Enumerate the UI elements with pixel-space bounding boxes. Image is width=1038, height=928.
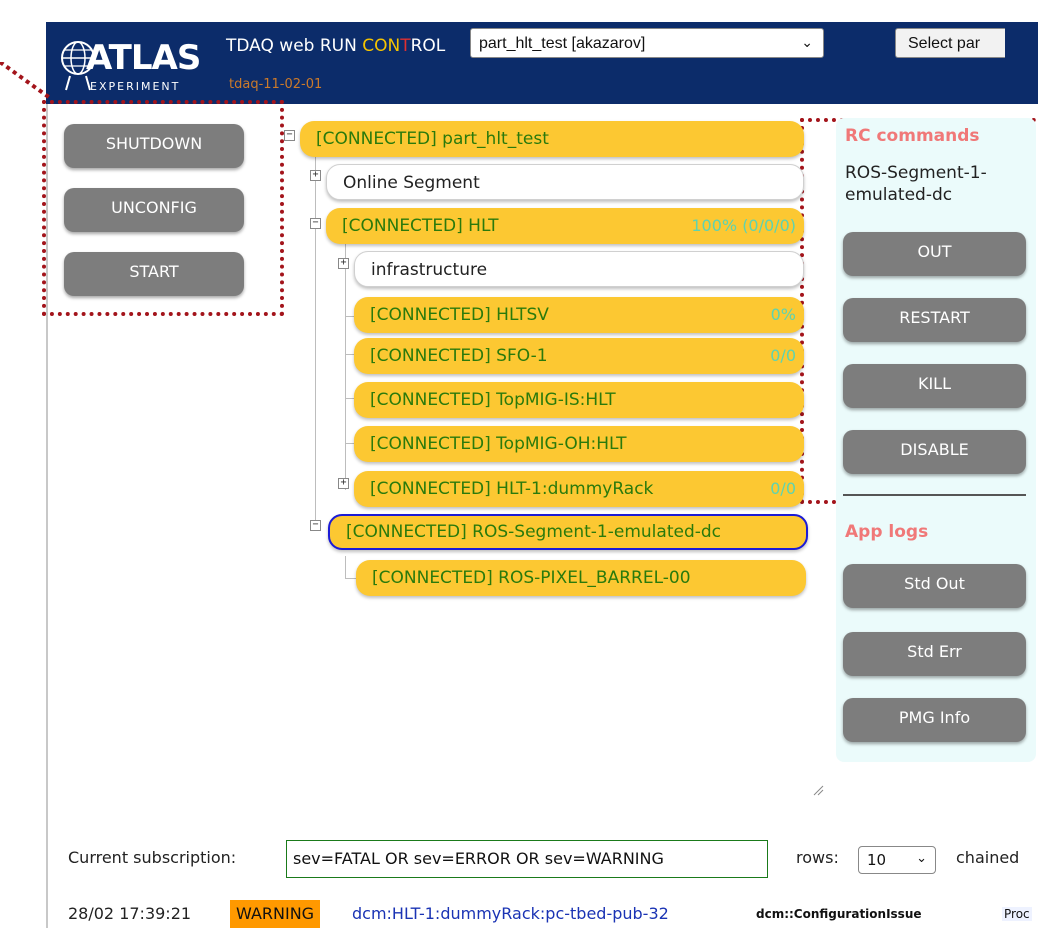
selected-application: ROS-Segment-1-emulated-dc	[845, 163, 987, 205]
rows-label: rows:	[796, 848, 839, 867]
tree-node-topmig-is[interactable]: [CONNECTED] TopMIG-IS:HLT	[354, 382, 804, 418]
tree-node-sfo[interactable]: [CONNECTED] SFO-1 0/0	[354, 338, 804, 374]
node-label: [CONNECTED] HLT-1:dummyRack	[370, 479, 654, 499]
rows-select[interactable]: 10 ⌄	[858, 846, 936, 874]
atlas-logo: ATLAS EXPERIMENT	[56, 28, 206, 94]
node-label: [CONNECTED] SFO-1	[370, 346, 548, 366]
tree-node-online-segment[interactable]: Online Segment	[326, 164, 804, 200]
chained-label: chained	[956, 848, 1020, 867]
tree-node-hlt1[interactable]: [CONNECTED] HLT-1:dummyRack 0/0	[354, 471, 804, 507]
log-row[interactable]: 28/02 17:39:21 WARNING dcm:HLT-1:dummyRa…	[68, 900, 1038, 928]
title-part-4: ROL	[410, 36, 446, 56]
app-title: TDAQ web RUN CONTROL	[226, 36, 445, 56]
panel-divider	[843, 494, 1026, 496]
node-label: [CONNECTED] ROS-Segment-1-emulated-dc	[346, 522, 722, 542]
tree-node-ros-pixel[interactable]: [CONNECTED] ROS-PIXEL_BARREL-00	[356, 560, 806, 596]
resize-grip-icon[interactable]	[812, 784, 824, 796]
tree-node-hlt[interactable]: [CONNECTED] HLT 100% (0/0/0)	[326, 208, 804, 244]
node-label: [CONNECTED] part_hlt_test	[316, 129, 549, 149]
logo-text: ATLAS	[86, 38, 201, 78]
node-label: [CONNECTED] TopMIG-OH:HLT	[370, 434, 627, 454]
title-part-3: T	[400, 36, 411, 56]
tree-connector	[315, 142, 316, 528]
node-label: [CONNECTED] TopMIG-IS:HLT	[370, 390, 616, 410]
partition-select[interactable]: part_hlt_test [akazarov] ⌄	[470, 28, 824, 58]
log-message-id: dcm::ConfigurationIssue	[756, 907, 922, 921]
node-label: [CONNECTED] ROS-PIXEL_BARREL-00	[372, 568, 691, 588]
out-button[interactable]: OUT	[843, 232, 1026, 276]
rc-commands-heading: RC commands	[845, 126, 980, 146]
tree-connector	[345, 556, 346, 578]
node-label: Online Segment	[343, 173, 480, 193]
chevron-down-icon: ⌄	[916, 851, 927, 866]
log-app-link[interactable]: dcm:HLT-1:dummyRack:pc-tbed-pub-32	[352, 904, 669, 923]
title-part-2: CON	[362, 36, 401, 56]
tree-node-topmig-oh[interactable]: [CONNECTED] TopMIG-OH:HLT	[354, 426, 804, 462]
start-button[interactable]: START	[64, 252, 244, 296]
node-label: [CONNECTED] HLTSV	[370, 305, 549, 325]
tree-node-ros-segment[interactable]: [CONNECTED] ROS-Segment-1-emulated-dc	[328, 514, 808, 550]
kill-button[interactable]: KILL	[843, 364, 1026, 408]
title-part-1: TDAQ web RUN	[226, 36, 363, 56]
unconfig-button[interactable]: UNCONFIG	[64, 188, 244, 232]
expand-icon[interactable]: +	[310, 170, 321, 181]
logo-subtext: EXPERIMENT	[90, 80, 181, 93]
partition-value: part_hlt_test [akazarov]	[479, 35, 646, 52]
node-label: [CONNECTED] HLT	[342, 216, 499, 236]
log-severity-badge: WARNING	[230, 900, 321, 928]
log-message-text: Proc	[1002, 907, 1032, 921]
rows-value: 10	[867, 851, 887, 869]
expand-icon[interactable]: +	[338, 258, 349, 269]
app-logs-heading: App logs	[845, 522, 929, 542]
std-out-button[interactable]: Std Out	[843, 564, 1026, 608]
pmg-info-button[interactable]: PMG Info	[843, 698, 1026, 742]
collapse-icon[interactable]: −	[310, 218, 321, 229]
subscription-input[interactable]: sev=FATAL OR sev=ERROR OR sev=WARNING	[286, 840, 768, 878]
highlight-pointer	[0, 62, 52, 100]
collapse-icon[interactable]: −	[284, 130, 295, 141]
disable-button[interactable]: DISABLE	[843, 430, 1026, 474]
shutdown-button[interactable]: SHUTDOWN	[64, 124, 244, 168]
node-progress: 100% (0/0/0)	[691, 216, 796, 235]
expand-icon[interactable]: +	[338, 478, 349, 489]
restart-button[interactable]: RESTART	[843, 298, 1026, 342]
node-progress: 0/0	[770, 479, 796, 498]
tree-node-hltsv[interactable]: [CONNECTED] HLTSV 0%	[354, 297, 804, 333]
collapse-icon[interactable]: −	[310, 520, 321, 531]
tree-node-infrastructure[interactable]: infrastructure	[354, 251, 804, 287]
tdaq-version: tdaq-11-02-01	[229, 77, 323, 92]
tree-node-root[interactable]: [CONNECTED] part_hlt_test	[300, 121, 804, 157]
log-time: 28/02 17:39:21	[68, 904, 192, 923]
node-progress: 0%	[770, 305, 796, 324]
tree-connector	[345, 236, 346, 490]
std-err-button[interactable]: Std Err	[843, 632, 1026, 676]
node-progress: 0/0	[770, 346, 796, 365]
select-partition-button[interactable]: Select par	[895, 28, 1005, 58]
node-label: infrastructure	[371, 260, 488, 280]
subscription-label: Current subscription:	[68, 848, 237, 867]
chevron-down-icon: ⌄	[801, 34, 813, 50]
